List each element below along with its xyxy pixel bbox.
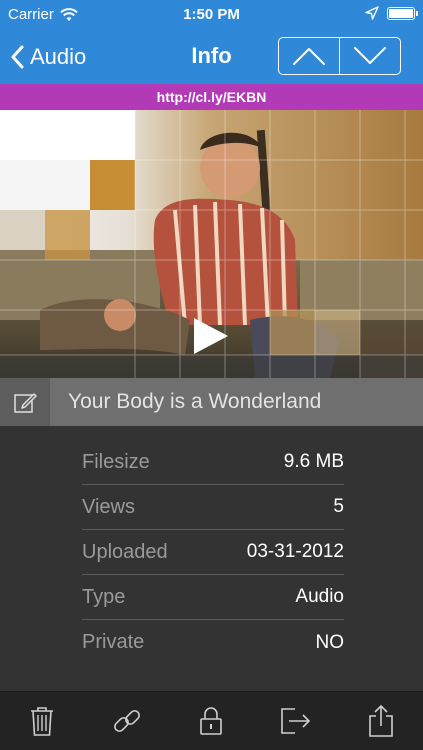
lock-icon: [200, 707, 223, 735]
info-label: Type: [82, 585, 126, 608]
nav-bar: Audio Info: [0, 30, 423, 84]
info-table: Filesize 9.6 MB Views 5 Uploaded 03-31-2…: [82, 440, 344, 665]
info-label: Uploaded: [82, 540, 168, 563]
play-button[interactable]: [188, 314, 232, 358]
info-value: 5: [333, 496, 344, 517]
link-icon: [113, 710, 140, 732]
status-bar: Carrier 1:50 PM: [0, 0, 423, 30]
play-icon: [194, 318, 228, 354]
share-icon: [368, 704, 393, 737]
info-row-private: Private NO: [82, 620, 344, 665]
info-label: Views: [82, 495, 135, 518]
sign-out-icon: [281, 708, 311, 734]
info-value: 03-31-2012: [246, 541, 344, 562]
prev-next-segmented-control: [278, 37, 401, 75]
top-bar: Carrier 1:50 PM Audio Info: [0, 0, 423, 84]
bottom-toolbar: [0, 691, 423, 750]
previous-item-button[interactable]: [279, 38, 339, 74]
info-label: Filesize: [82, 450, 150, 473]
info-label: Private: [82, 631, 145, 653]
info-value: 9.6 MB: [283, 451, 344, 472]
next-item-button[interactable]: [339, 38, 400, 74]
info-value: Audio: [295, 586, 344, 607]
share-button[interactable]: [361, 701, 401, 741]
back-label: Audio: [30, 44, 87, 69]
chevron-up-icon: [293, 48, 325, 65]
info-value: NO: [315, 631, 345, 653]
edit-title-button[interactable]: [0, 378, 50, 426]
trash-icon: [31, 707, 54, 736]
info-row-type: Type Audio: [82, 575, 344, 620]
delete-button[interactable]: [22, 701, 62, 741]
back-button[interactable]: Audio: [10, 40, 86, 74]
info-row-filesize: Filesize 9.6 MB: [82, 440, 344, 485]
battery-icon: [387, 6, 418, 20]
info-row-uploaded: Uploaded 03-31-2012: [82, 530, 344, 575]
title-row: Your Body is a Wonderland: [0, 378, 423, 426]
copy-link-button[interactable]: [107, 701, 147, 741]
chevron-left-icon: [11, 45, 24, 69]
open-in-button[interactable]: [276, 701, 316, 741]
status-time: 1:50 PM: [183, 6, 240, 23]
status-right: [365, 6, 418, 20]
edit-icon: [14, 393, 37, 413]
info-row-views: Views 5: [82, 485, 344, 530]
item-title: Your Body is a Wonderland: [68, 390, 322, 413]
location-arrow-icon: [365, 6, 379, 20]
share-url-link[interactable]: http://cl.ly/EKBN: [0, 84, 423, 110]
privacy-lock-button[interactable]: [191, 701, 231, 741]
chevron-down-icon: [354, 47, 386, 64]
